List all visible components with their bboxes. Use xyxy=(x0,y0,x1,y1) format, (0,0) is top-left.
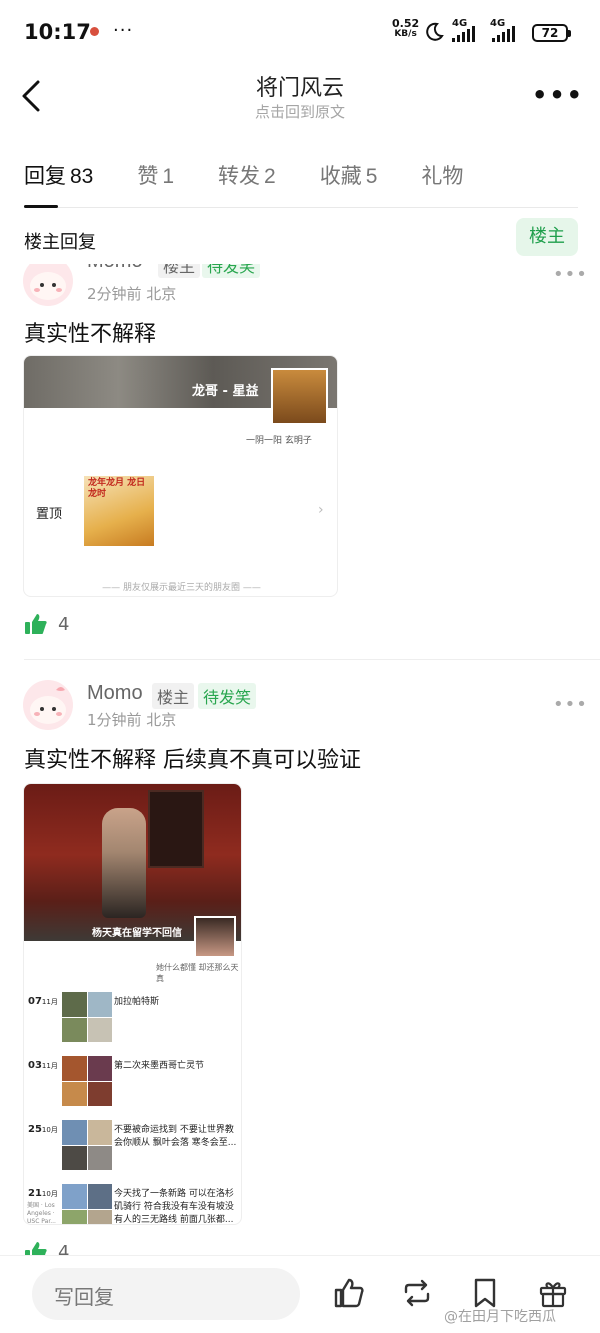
entry-month: 11月 xyxy=(41,1062,58,1070)
status-time: 10:17 xyxy=(24,20,91,44)
navigation-bar: 将门风云 点击回到原文 ••• xyxy=(0,64,600,134)
status-bar: 10:17 ··· 0.52 KB/s 4G 4G 72 xyxy=(0,0,600,64)
entry-date: 0711月 xyxy=(28,996,58,1007)
entry-location: 美国 · Los Angeles · USC Par... xyxy=(27,1202,56,1225)
tab-favorites-count: 5 xyxy=(365,165,378,188)
entry-images xyxy=(62,1056,112,1106)
status-badge: 待发笑 xyxy=(202,264,261,278)
like-count: 4 xyxy=(58,613,70,635)
tab-reposts-label: 转发 xyxy=(218,164,261,188)
reply-input[interactable]: 写回复 xyxy=(32,1268,300,1320)
network-speed-unit: KB/s xyxy=(394,29,417,39)
page-title: 将门风云 xyxy=(255,76,344,101)
avatar[interactable] xyxy=(23,264,73,306)
post-text: 真实性不解释 后续真不真可以验证 xyxy=(24,748,361,773)
cartoon-avatar-icon xyxy=(30,272,66,300)
tab-replies-count: 83 xyxy=(70,165,94,188)
tab-likes-label: 赞 xyxy=(137,164,159,188)
tab-reposts[interactable]: 转发 2 xyxy=(218,150,276,198)
post-more-icon[interactable]: ••• xyxy=(553,694,588,715)
owner-badge: 楼主 xyxy=(158,264,201,278)
moments-profile-avatar xyxy=(271,368,328,425)
owner-replies-label: 楼主回复 xyxy=(24,232,96,253)
thumbs-up-filled-icon xyxy=(25,614,47,634)
post-meta: 2分钟前 北京 xyxy=(87,285,177,303)
entry-date: 2110月 xyxy=(28,1188,58,1199)
like-control[interactable]: 4 xyxy=(24,612,69,636)
entry-day: 07 xyxy=(28,996,42,1007)
back-to-original-link[interactable]: 点击回到原文 xyxy=(0,101,600,122)
entry-text: 不要被命运找到 不要让世界教会你顺从 飘叶会落 寒冬会至... xyxy=(114,1125,237,1148)
window-shape xyxy=(148,790,204,868)
entry-text: 第二次来墨西哥亡灵节 xyxy=(114,1061,205,1071)
moments-profile-motto: 一阴一阳 玄明子 xyxy=(246,436,312,446)
entry-day: 03 xyxy=(28,1060,42,1071)
page: 10:17 ··· 0.52 KB/s 4G 4G 72 将门风云 点击回到原文… xyxy=(0,0,600,1333)
entry-month: 10月 xyxy=(41,1190,58,1198)
owner-filter-button[interactable]: 楼主 xyxy=(516,218,578,256)
sim2-signal-icon xyxy=(492,26,515,42)
chevron-right-icon: › xyxy=(318,502,324,518)
pinned-label: 置顶 xyxy=(36,507,63,522)
pinned-thumbnail: 龙年龙月 龙日龙时 xyxy=(84,476,154,546)
tab-gifts-label: 礼物 xyxy=(421,164,464,188)
like-thumbs-up-icon[interactable] xyxy=(332,1276,366,1310)
username[interactable]: Momo xyxy=(87,264,143,273)
repost-icon[interactable] xyxy=(400,1276,434,1310)
tab-replies-label: 回复 xyxy=(24,164,66,188)
cartoon-avatar-icon xyxy=(30,687,66,724)
tab-gifts[interactable]: 礼物 xyxy=(421,150,463,198)
tab-favorites[interactable]: 收藏 5 xyxy=(320,150,378,198)
owner-badge: 楼主 xyxy=(152,683,195,709)
network-speed-value: 0.52 xyxy=(392,17,420,30)
status-more-notifications: ··· xyxy=(113,20,134,41)
pinned-thumbnail-text: 龙年龙月 龙日龙时 xyxy=(88,478,146,499)
entry-day: 21 xyxy=(28,1188,42,1199)
notification-app-icon xyxy=(90,27,99,36)
entry-images xyxy=(62,1184,112,1224)
entry-text: 加拉帕特斯 xyxy=(114,997,160,1007)
network-speed: 0.52 KB/s xyxy=(392,18,419,39)
post-meta: 1分钟前 北京 xyxy=(87,711,177,729)
post-text: 真实性不解释 xyxy=(24,322,157,347)
moments-profile-signature: 她什么都懂 却还那么天真 xyxy=(156,963,239,983)
entry-month: 10月 xyxy=(41,1126,58,1134)
do-not-disturb-moon-icon xyxy=(426,22,444,41)
moments-screenshot-card[interactable]: 龙哥 - 星益 一阴一阳 玄明子 置顶 龙年龙月 龙日龙时 › —— 朋友仅展示… xyxy=(23,355,338,597)
moments-profile-name: 杨天真在留学不回信 xyxy=(92,928,182,939)
entry-date: 0311月 xyxy=(28,1060,58,1071)
person-figure xyxy=(102,808,146,918)
tab-replies[interactable]: 回复 83 xyxy=(24,150,94,208)
moments-screenshot-card[interactable]: 杨天真在留学不回信 她什么都懂 却还那么天真 0711月 加拉帕特斯 0311月… xyxy=(23,783,242,1225)
avatar[interactable] xyxy=(23,680,73,730)
weibo-watermark: @在田月下吃西瓜 xyxy=(444,1309,556,1325)
owner-replies-header: 楼主回复 楼主 xyxy=(0,208,600,264)
entry-day: 25 xyxy=(28,1124,42,1135)
entry-text: 今天找了一条新路 可以在洛杉矶骑行 符合我没有车没有坡没有人的三无路线 前面几张… xyxy=(114,1189,234,1225)
gift-icon[interactable] xyxy=(536,1276,570,1310)
more-options-icon[interactable]: ••• xyxy=(532,83,584,107)
tab-bar: 回复 83 赞1 转发 2 收藏 5 礼物 xyxy=(24,150,578,208)
entry-date: 2510月 xyxy=(28,1124,58,1135)
post-divider xyxy=(24,659,600,660)
reply-placeholder: 写回复 xyxy=(54,1285,114,1309)
moments-profile-name: 龙哥 - 星益 xyxy=(192,384,259,399)
tab-likes[interactable]: 赞1 xyxy=(137,150,174,198)
entry-month: 11月 xyxy=(41,998,58,1006)
entry-images xyxy=(62,992,112,1042)
tab-favorites-label: 收藏 xyxy=(319,164,362,188)
post-more-icon[interactable]: ••• xyxy=(553,264,588,285)
status-badge: 待发笑 xyxy=(198,683,257,709)
tab-reposts-count: 2 xyxy=(264,165,276,188)
sim1-signal-icon xyxy=(452,26,475,42)
entry-images xyxy=(62,1120,112,1170)
moments-footer-note: —— 朋友仅展示最近三天的朋友圈 —— xyxy=(102,583,261,593)
username[interactable]: Momo xyxy=(87,682,143,705)
battery-icon: 72 xyxy=(532,24,571,42)
moments-profile-avatar xyxy=(194,916,236,958)
tab-likes-count: 1 xyxy=(162,165,175,188)
bookmark-icon[interactable] xyxy=(468,1276,502,1310)
